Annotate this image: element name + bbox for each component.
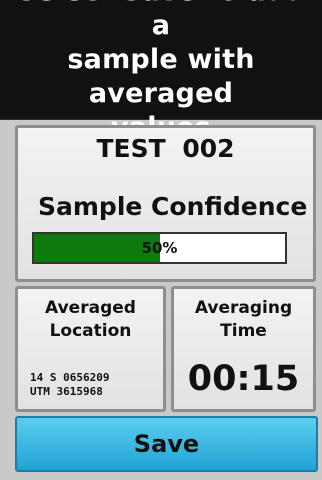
confidence-label: Sample Confidence xyxy=(38,192,308,221)
sample-confidence-panel: TEST 002 Sample Confidence 50% xyxy=(15,125,316,282)
save-button[interactable]: Save xyxy=(15,416,318,472)
averaging-time-value: 00:15 xyxy=(187,359,300,399)
averaging-time-title: Averaging Time xyxy=(194,298,293,341)
instruction-text: Select Save to add a sample with average… xyxy=(17,0,305,143)
confidence-progress-bar: 50% xyxy=(32,232,287,264)
confidence-percent: 50% xyxy=(141,239,178,257)
instruction-header: Select Save to add a sample with average… xyxy=(0,0,322,143)
averaged-location-title: Averaged Location xyxy=(45,298,136,341)
averaging-time-panel: Averaging Time 00:15 xyxy=(171,286,316,412)
location-coordinate-line2: UTM 3615968 xyxy=(30,385,103,398)
sample-name: TEST 002 xyxy=(96,134,235,163)
averaged-location-panel: Averaged Location 14 S 0656209 UTM 36159… xyxy=(15,286,166,412)
location-coordinate-line1: 14 S 0656209 xyxy=(30,371,110,384)
